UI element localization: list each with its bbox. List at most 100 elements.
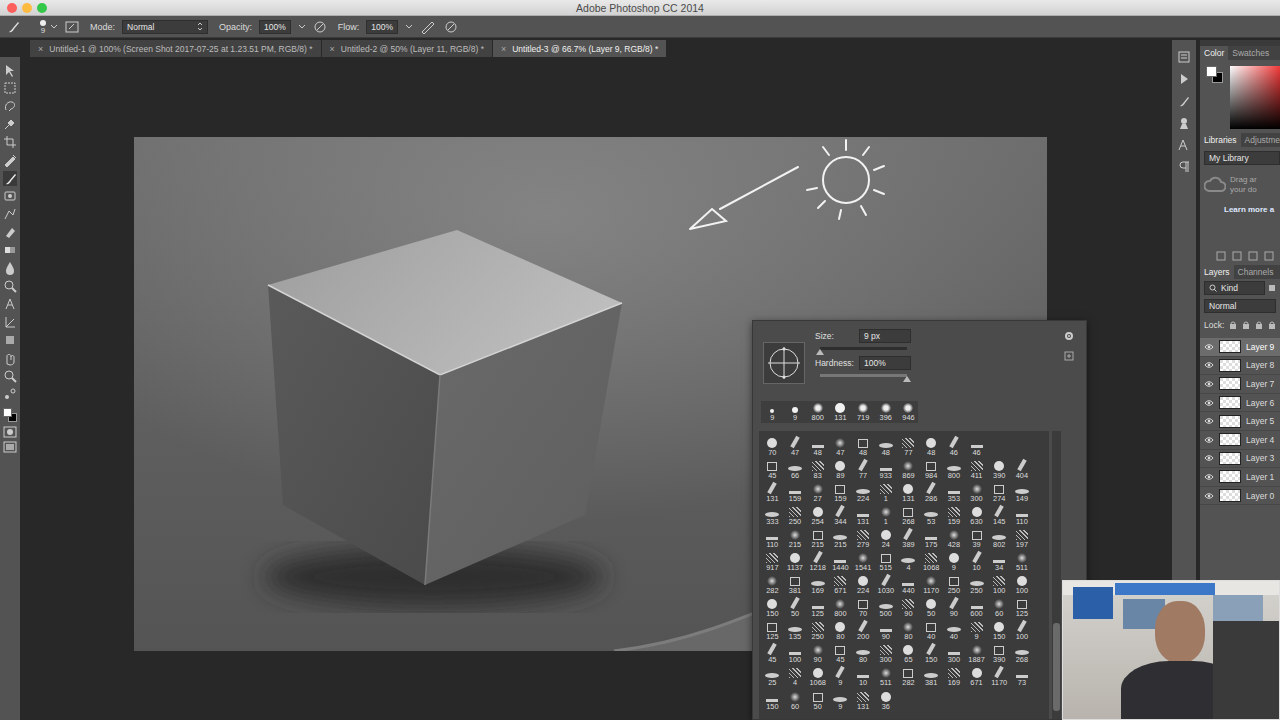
brush-preset[interactable]: 24 [874,528,897,549]
brush-preset[interactable]: 389 [897,528,920,549]
brush-preset[interactable]: 90 [874,620,897,641]
close-tab-icon[interactable]: × [330,44,335,54]
brush-preset[interactable]: 159 [784,482,807,503]
recent-brush[interactable]: 946 [897,403,920,421]
brush-preset[interactable]: 933 [874,459,897,480]
brush-preset[interactable]: 159 [829,482,852,503]
panel-tab[interactable]: Channels [1234,265,1278,279]
brush-preset[interactable]: 1030 [874,574,897,595]
brush-preset[interactable]: 125 [1011,597,1034,618]
crop-tool-icon[interactable] [3,135,17,150]
brush-preset[interactable]: 48 [806,435,829,456]
brush-preset[interactable]: 47 [784,435,807,456]
brush-preset[interactable]: 169 [806,574,829,595]
brush-preset[interactable]: 131 [761,482,784,503]
brush-preset[interactable]: 135 [784,620,807,641]
character-panel-icon[interactable] [1177,138,1191,152]
add-effect-icon[interactable] [1248,251,1258,261]
brush-preset[interactable]: 197 [1011,528,1034,549]
layer-row[interactable]: Layer 3 [1200,450,1280,469]
brush-preset[interactable]: 869 [897,459,920,480]
filter-pixel-icon[interactable] [1268,284,1276,292]
history-panel-icon[interactable] [1177,50,1191,64]
brush-preset[interactable]: 65 [897,643,920,664]
blur-tool-icon[interactable] [3,261,17,276]
panel-tab[interactable]: Layers [1200,265,1234,279]
brush-preset[interactable]: 47 [829,435,852,456]
layer-filter-select[interactable]: Kind [1204,281,1265,295]
stamp-tool-icon[interactable] [3,189,17,204]
brush-preset[interactable]: 353 [943,482,966,503]
brush-preset[interactable]: 9 [829,689,852,710]
brush-preset[interactable]: 100 [784,643,807,664]
learn-more-link[interactable]: Learn more a [1204,205,1280,214]
brush-preset[interactable]: 89 [829,459,852,480]
color-swatches-icon[interactable] [1206,66,1224,84]
brush-preset[interactable]: 250 [806,620,829,641]
zoom-window-icon[interactable] [37,3,47,13]
brush-preset[interactable]: 39 [965,528,988,549]
layer-row[interactable]: Layer 4 [1200,431,1280,450]
pen-tool-icon[interactable] [3,297,17,312]
brush-preset[interactable]: 1068 [806,666,829,687]
gear-icon[interactable] [1064,331,1074,341]
visibility-eye-icon[interactable] [1204,343,1214,351]
color-field[interactable] [1230,66,1280,129]
brush-preset[interactable]: 9 [829,666,852,687]
brush-preset[interactable]: 100 [988,574,1011,595]
brush-preset[interactable]: 40 [920,620,943,641]
select-arrows-icon[interactable] [197,22,203,31]
brush-preset[interactable]: 175 [920,528,943,549]
document-tab[interactable]: ×Untitled-1 @ 100% (Screen Shot 2017-07-… [30,40,321,57]
brush-preset[interactable]: 27 [806,482,829,503]
recent-brush[interactable]: 131 [829,403,852,421]
brush-preset[interactable]: 125 [806,597,829,618]
marquee-tool-icon[interactable] [3,81,17,96]
brush-preset[interactable]: 70 [852,597,875,618]
layer-row[interactable]: Layer 1 [1200,468,1280,487]
opacity-field[interactable]: 100% [259,20,291,34]
layer-row[interactable]: Layer 0 [1200,487,1280,506]
brush-preset[interactable]: 1170 [920,574,943,595]
brush-preset[interactable]: 268 [1011,643,1034,664]
brush-tool-icon[interactable] [6,19,22,35]
brush-preset[interactable]: 1137 [784,551,807,572]
brush-preset[interactable]: 390 [988,459,1011,480]
brush-preset[interactable]: 600 [965,597,988,618]
brush-preset[interactable]: 34 [988,551,1011,572]
pressure-opacity-icon[interactable] [313,20,327,34]
brush-preset[interactable]: 428 [943,528,966,549]
foreground-color-swatch[interactable] [3,408,12,417]
brush-tool-icon[interactable] [3,171,17,186]
brush-preset[interactable]: 254 [806,505,829,526]
brush-preset[interactable]: 274 [988,482,1011,503]
brush-panel-toggle-icon[interactable] [65,20,79,34]
brush-preset[interactable]: 500 [874,597,897,618]
size-slider-handle[interactable] [816,349,824,355]
brush-preset[interactable]: 150 [761,597,784,618]
brush-preset[interactable]: 46 [943,435,966,456]
swap-colors-tool-icon[interactable] [3,387,17,402]
brush-panel-icon[interactable] [1177,94,1191,108]
airbrush-icon[interactable] [420,20,436,34]
hardness-slider-handle[interactable] [903,376,911,382]
actions-panel-icon[interactable] [1177,72,1191,86]
brush-preset[interactable]: 159 [943,505,966,526]
library-select[interactable]: My Library [1204,151,1280,165]
brush-preset[interactable]: 4 [897,551,920,572]
layer-row[interactable]: Layer 8 [1200,357,1280,376]
close-tab-icon[interactable]: × [501,44,506,54]
brush-preset[interactable]: 150 [761,689,784,710]
brush-preset[interactable]: 131 [852,505,875,526]
lock-position-icon[interactable] [1255,321,1263,330]
brush-preset[interactable]: 250 [943,574,966,595]
visibility-eye-icon[interactable] [1204,380,1214,388]
layer-row[interactable]: Layer 6 [1200,394,1280,413]
brush-preset[interactable]: 800 [943,459,966,480]
brush-preset[interactable]: 300 [874,643,897,664]
brush-preset[interactable]: 45 [829,643,852,664]
brush-preset[interactable]: 215 [829,528,852,549]
brush-preset[interactable]: 282 [761,574,784,595]
brush-preset[interactable]: 250 [965,574,988,595]
hardness-slider[interactable] [820,374,907,377]
